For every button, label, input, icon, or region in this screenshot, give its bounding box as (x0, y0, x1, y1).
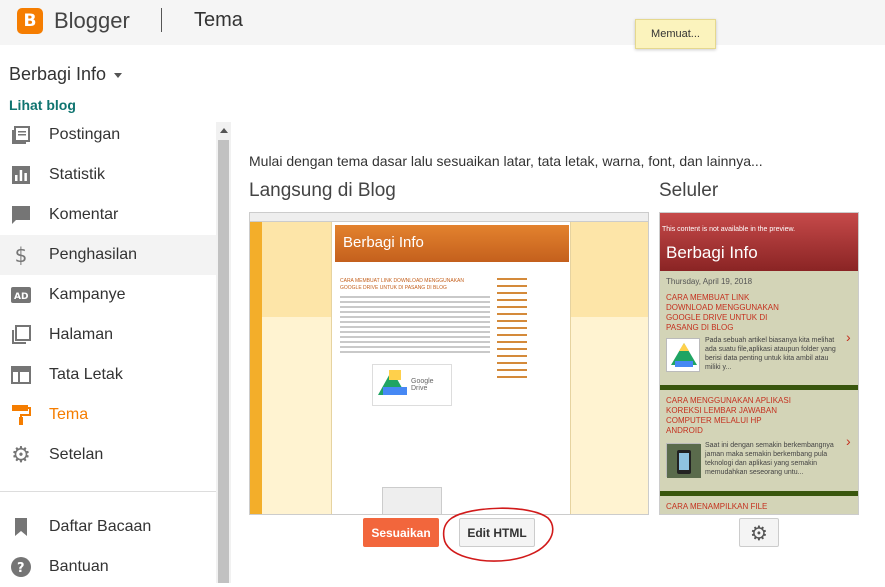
pages-icon (10, 324, 32, 346)
sidebar-item-label: Setelan (49, 446, 104, 463)
sidebar-item-label: Kampanye (49, 286, 126, 303)
mobile-post-title[interactable]: CARA MENGGUNAKAN APLIKASI KOREKSI LEMBAR… (666, 396, 796, 436)
drive-label: Google Drive (411, 378, 434, 392)
sidebar-item-label: Halaman (49, 326, 114, 343)
sidebar-item-daftar-bacaan[interactable]: Daftar Bacaan (0, 507, 216, 547)
brand-name[interactable]: Blogger (54, 8, 130, 34)
chevron-right-icon[interactable]: › (846, 433, 851, 449)
sidebar-item-setelan[interactable]: ⚙ Setelan (0, 435, 216, 475)
mobile-blog-title: Berbagi Info (666, 243, 758, 262)
live-heading: Langsung di Blog (249, 180, 396, 201)
help-icon: ? (10, 556, 32, 578)
mobile-date: Thursday, April 19, 2018 (666, 277, 753, 286)
gear-icon: ⚙ (11, 442, 31, 468)
svg-text:AD: AD (14, 292, 28, 302)
live-blog-preview[interactable]: Berbagi Info CARA MEMBUAT LINK DOWNLOAD … (249, 212, 649, 515)
comment-icon (10, 204, 32, 226)
svg-text:?: ? (17, 561, 25, 576)
sidebar-item-label: Tata Letak (49, 366, 123, 383)
google-drive-image: Google Drive (372, 364, 452, 406)
mobile-post-excerpt: Pada sebuah artikel biasanya kita meliha… (705, 337, 836, 371)
sidebar-item-label: Daftar Bacaan (49, 518, 152, 535)
preview-note: This content is not available in the pre… (662, 226, 796, 233)
gear-icon: ⚙ (750, 520, 768, 545)
stats-icon (10, 164, 32, 186)
sidebar-item-label: Postingan (49, 126, 121, 143)
preview-post-title: CARA MEMBUAT LINK DOWNLOAD MENGGUNAKAN G… (340, 278, 464, 291)
preview-screenshot (382, 487, 442, 514)
blog-selector[interactable]: Berbagi Info (9, 64, 123, 85)
sidebar-item-tema[interactable]: Tema (0, 395, 216, 435)
divider (161, 8, 162, 32)
sidebar-item-halaman[interactable]: Halaman (0, 315, 216, 355)
mobile-post-excerpt: Saat ini dengan semakin berkembangnya ja… (705, 442, 834, 476)
loading-toast: Memuat... (635, 19, 716, 49)
chevron-right-icon[interactable]: › (846, 329, 851, 345)
preview-header: Berbagi Info (335, 225, 569, 262)
sidebar-item-penghasilan[interactable]: $ Penghasilan (0, 235, 216, 275)
preview-blog-title: Berbagi Info (343, 234, 424, 251)
layout-icon (10, 364, 32, 386)
preview-navbar (250, 213, 648, 222)
post-separator (660, 385, 858, 390)
posts-icon (10, 124, 32, 146)
page-title: Tema (194, 9, 243, 31)
mobile-post-thumbnail (666, 443, 701, 478)
sidebar-item-komentar[interactable]: Komentar (0, 195, 216, 235)
view-blog-link[interactable]: Lihat blog (9, 97, 76, 113)
sidebar-divider (0, 491, 216, 492)
sidebar-item-label: Penghasilan (49, 246, 138, 263)
preview-left-stripe (250, 222, 262, 514)
scroll-up-arrow-icon[interactable] (216, 122, 231, 139)
blog-name: Berbagi Info (9, 64, 107, 84)
mobile-post-title[interactable]: CARA MEMBUAT LINK DOWNLOAD MENGGUNAKAN G… (666, 293, 796, 333)
sidebar-item-statistik[interactable]: Statistik (0, 155, 216, 195)
sidebar-item-label: Tema (49, 406, 89, 423)
sidebar-item-label: Statistik (49, 166, 106, 183)
mobile-header: This content is not available in the pre… (660, 213, 858, 271)
dollar-icon: $ (14, 243, 28, 267)
mobile-post-title[interactable]: CARA MENAMPILKAN FILE (666, 502, 796, 512)
intro-text: Mulai dengan tema dasar lalu sesuaikan l… (249, 153, 763, 169)
sidebar-item-bantuan[interactable]: ? Bantuan (0, 547, 216, 587)
mobile-post-thumbnail (666, 338, 700, 372)
chevron-down-icon (114, 72, 123, 78)
ad-icon: AD (10, 284, 32, 306)
preview-page: Berbagi Info CARA MEMBUAT LINK DOWNLOAD … (331, 222, 571, 514)
mobile-settings-button[interactable]: ⚙ (739, 518, 779, 547)
sidebar-item-postingan[interactable]: Postingan (0, 115, 216, 155)
red-annotation-circle (442, 507, 554, 562)
sidebar-item-label: Komentar (49, 206, 119, 223)
blogger-logo-icon[interactable]: B (17, 8, 43, 34)
preview-post-body (340, 296, 490, 356)
sidebar-item-tata-letak[interactable]: Tata Letak (0, 355, 216, 395)
bookmark-icon (10, 516, 32, 538)
scrollbar-thumb[interactable] (218, 140, 229, 583)
customize-button[interactable]: Sesuaikan (363, 518, 439, 547)
post-separator (660, 491, 858, 496)
mobile-heading: Seluler (659, 180, 719, 201)
preview-sidebar (497, 278, 567, 383)
sidebar-item-label: Bantuan (49, 558, 109, 575)
top-bar: B Blogger Tema (0, 0, 885, 45)
sidebar-item-kampanye[interactable]: AD Kampanye (0, 275, 216, 315)
mobile-preview[interactable]: This content is not available in the pre… (659, 212, 859, 515)
paint-roller-icon (10, 404, 32, 426)
